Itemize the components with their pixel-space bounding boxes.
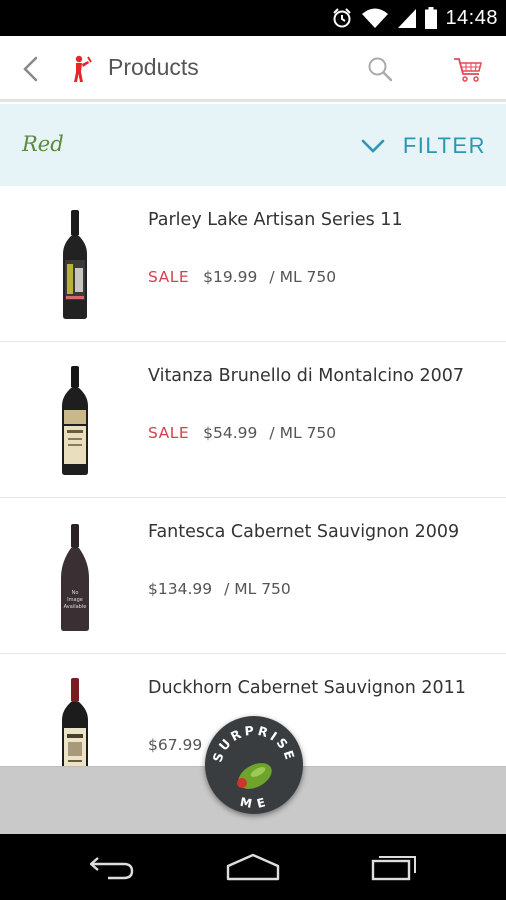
product-name: Vitanza Brunello di Montalcino 2007 [148, 366, 464, 386]
cart-icon[interactable] [452, 55, 484, 83]
category-label: Red [22, 132, 64, 156]
battery-icon [425, 7, 438, 29]
price: $67.99 [148, 736, 203, 754]
volume-unit: / ML 750 [224, 580, 291, 598]
price-line: $67.99 [148, 736, 202, 754]
price: $19.99 [203, 268, 258, 286]
price: $54.99 [203, 424, 258, 442]
search-icon[interactable] [366, 55, 394, 83]
fab-bottom-text: ME [239, 794, 267, 811]
product-row[interactable]: Vitanza Brunello di Montalcino 2007 SALE… [0, 342, 506, 498]
home-icon[interactable] [226, 852, 280, 882]
wine-bottle-image: No Image Available [61, 524, 89, 631]
filter-bar: Red FILTER [0, 104, 506, 186]
price-line: SALE $19.99 / ML 750 [148, 268, 336, 286]
sale-badge: SALE [148, 424, 190, 442]
alarm-icon [333, 8, 352, 28]
chevron-down-icon [361, 139, 385, 153]
surprise-me-badge: SURPRISE ME [209, 723, 298, 812]
price: $134.99 [148, 580, 213, 598]
product-name: Parley Lake Artisan Series 11 [148, 210, 403, 230]
recents-icon[interactable] [370, 852, 420, 882]
product-name: Fantesca Cabernet Sauvignon 2009 [148, 522, 460, 542]
bottle-label-line: Image [67, 597, 83, 603]
product-row[interactable]: No Image Available Fantesca Cabernet Sau… [0, 498, 506, 654]
product-row[interactable]: Parley Lake Artisan Series 11 SALE $19.9… [0, 186, 506, 342]
price-line: $134.99 / ML 750 [148, 580, 291, 598]
svg-text:SURPRISE: SURPRISE [209, 723, 298, 764]
bottle-label-line: No [72, 590, 79, 596]
price-line: SALE $54.99 / ML 750 [148, 424, 336, 442]
fab-top-text: SURPRISE [209, 723, 295, 764]
wine-bottle-image [62, 366, 88, 475]
wifi-icon [362, 8, 389, 28]
surprise-me-button[interactable]: SURPRISE ME [205, 716, 303, 814]
page-title: Products [108, 54, 199, 80]
app-bar: Products [0, 36, 506, 102]
olive-icon [237, 763, 272, 789]
back-arrow-icon[interactable] [16, 54, 46, 84]
volume-unit: / ML 750 [269, 424, 337, 442]
system-nav-bar [0, 834, 506, 900]
back-icon[interactable] [88, 852, 136, 882]
filter-label: FILTER [402, 133, 486, 158]
status-bar: 14:48 [0, 0, 506, 36]
volume-unit: / ML 750 [269, 268, 337, 286]
product-name: Duckhorn Cabernet Sauvignon 2011 [148, 678, 466, 698]
status-icons: 14:48 [331, 0, 498, 36]
status-time: 14:48 [445, 6, 498, 29]
filter-button[interactable]: FILTER [361, 130, 486, 162]
bottle-label-line: Available [64, 604, 87, 610]
cell-signal-icon [398, 9, 417, 28]
svg-text:ME: ME [239, 794, 270, 811]
app-logo-icon [74, 55, 92, 82]
wine-bottle-image [63, 210, 87, 319]
sale-badge: SALE [148, 268, 190, 286]
